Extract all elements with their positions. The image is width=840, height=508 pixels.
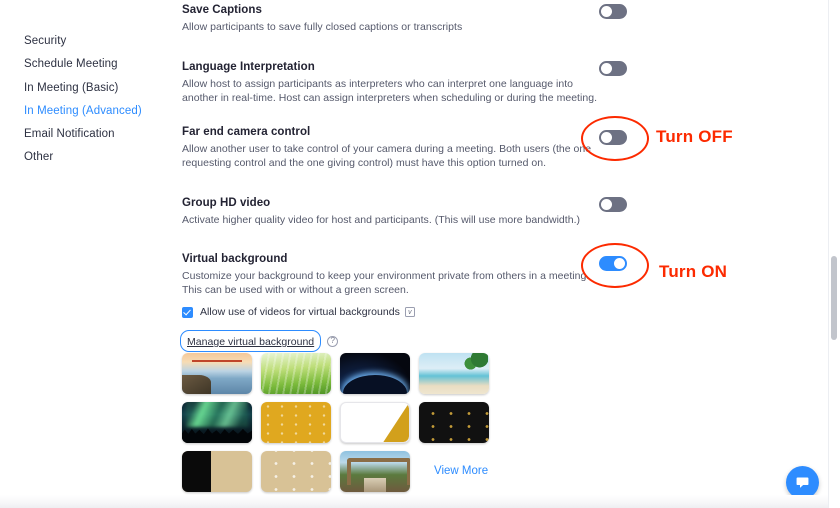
thumbnail-white-pnw-swoosh[interactable] xyxy=(340,402,410,443)
annotation-label-turn-on: Turn ON xyxy=(659,262,728,281)
thumbnail-row: View More xyxy=(182,451,602,500)
sidebar-item-schedule-meeting[interactable]: Schedule Meeting xyxy=(24,57,118,71)
setting-virtual-background: Virtual background Customize your backgr… xyxy=(182,252,742,297)
thumbnail-tropical-beach[interactable] xyxy=(419,353,489,394)
settings-main-panel: Save Captions Allow participants to save… xyxy=(175,0,835,508)
thumbnail-tan-black-panel[interactable] xyxy=(182,451,252,492)
thumbnail-black-logo-pattern[interactable] xyxy=(419,402,489,443)
setting-save-captions: Save Captions Allow participants to save… xyxy=(182,3,742,35)
setting-description: Customize your background to keep your e… xyxy=(182,270,590,296)
annotation-label-turn-off: Turn OFF xyxy=(656,127,733,146)
setting-title: Group HD video xyxy=(182,197,271,209)
thumbnail-campus-gateway[interactable] xyxy=(340,451,410,492)
allow-videos-checkbox-label: Allow use of videos for virtual backgrou… xyxy=(200,306,400,318)
toggle-knob xyxy=(601,6,612,17)
vertical-scrollbar-track[interactable] xyxy=(828,0,840,508)
thumbnail-green-grass[interactable] xyxy=(261,353,331,394)
thumbnail-gold-logo-pattern[interactable] xyxy=(261,402,331,443)
sidebar-item-in-meeting-advanced[interactable]: In Meeting (Advanced) xyxy=(24,104,142,118)
save-captions-toggle[interactable] xyxy=(599,4,627,19)
annotation-ellipse-turn-on xyxy=(581,243,649,288)
sidebar-item-security[interactable]: Security xyxy=(24,34,66,48)
zoom-settings-page: Security Schedule Meeting In Meeting (Ba… xyxy=(0,0,840,508)
setting-description: Allow host to assign participants as int… xyxy=(182,78,598,104)
thumbnail-row xyxy=(182,402,602,451)
help-icon[interactable]: ? xyxy=(327,335,339,347)
settings-sidebar: Security Schedule Meeting In Meeting (Ba… xyxy=(0,0,175,508)
view-more-link[interactable]: View More xyxy=(434,465,488,477)
page-bottom-edge xyxy=(0,495,828,508)
annotation-ellipse-turn-off xyxy=(581,116,649,161)
allow-videos-checkbox-row[interactable]: Allow use of videos for virtual backgrou… xyxy=(182,306,415,318)
setting-description: Allow another user to take control of yo… xyxy=(182,143,592,169)
setting-title: Virtual background xyxy=(182,253,288,265)
toggle-knob xyxy=(601,199,612,210)
toggle-knob xyxy=(601,63,612,74)
setting-description: Allow participants to save fully closed … xyxy=(182,21,463,33)
group-hd-video-toggle[interactable] xyxy=(599,197,627,212)
sidebar-item-in-meeting-basic[interactable]: In Meeting (Basic) xyxy=(24,81,118,95)
thumbnail-golden-gate-bridge[interactable] xyxy=(182,353,252,394)
setting-language-interpretation: Language Interpretation Allow host to as… xyxy=(182,60,742,105)
sidebar-item-email-notification[interactable]: Email Notification xyxy=(24,127,115,141)
thumbnail-row xyxy=(182,353,602,402)
setting-description: Activate higher quality video for host a… xyxy=(182,214,581,226)
setting-title: Language Interpretation xyxy=(182,61,315,73)
sidebar-item-other[interactable]: Other xyxy=(24,150,53,164)
thumbnail-earth-from-space[interactable] xyxy=(340,353,410,394)
setting-group-hd-video: Group HD video Activate higher quality v… xyxy=(182,196,742,228)
thumbnail-aurora-borealis[interactable] xyxy=(182,402,252,443)
chat-bubble-icon xyxy=(796,477,809,488)
language-interpretation-toggle[interactable] xyxy=(599,61,627,76)
video-badge-icon: v xyxy=(404,307,415,317)
virtual-background-thumbnail-grid: View More xyxy=(182,353,602,500)
manage-virtual-background-link[interactable]: Manage virtual background xyxy=(187,336,314,348)
manage-link-focus-ring[interactable]: Manage virtual background xyxy=(180,330,322,352)
setting-title: Save Captions xyxy=(182,4,262,16)
allow-videos-checkbox[interactable] xyxy=(182,306,193,318)
thumbnail-tan-logo-pattern[interactable] xyxy=(261,451,331,492)
manage-virtual-background-row: Manage virtual background ? xyxy=(180,330,339,352)
vertical-scrollbar-thumb[interactable] xyxy=(831,256,837,340)
